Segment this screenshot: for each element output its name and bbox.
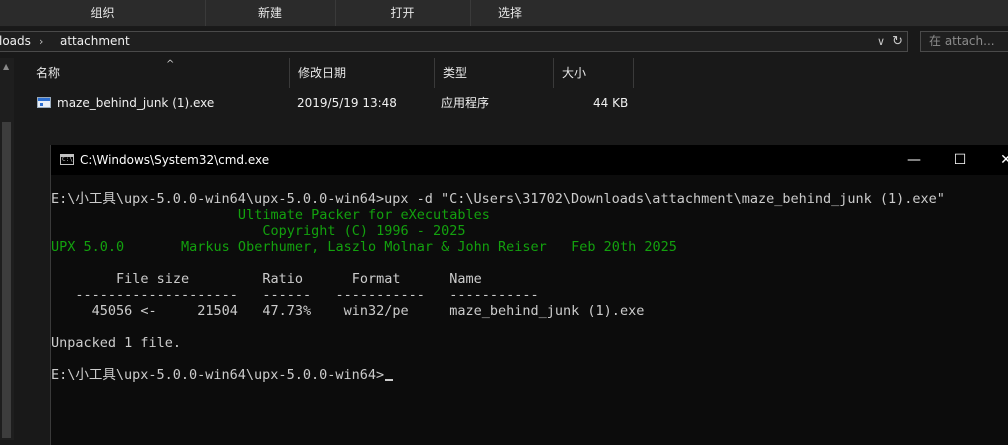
scroll-up-icon[interactable]: ▲	[3, 62, 9, 71]
console-command-line: E:\小工具\upx-5.0.0-win64\upx-5.0.0-win64>u…	[51, 191, 945, 207]
console-table-row: 45056 <- 21504 47.73% win32/pe maze_behi…	[51, 303, 645, 319]
console-prompt-line[interactable]: E:\小工具\upx-5.0.0-win64\upx-5.0.0-win64>	[51, 367, 394, 383]
cmd-title-bar[interactable]: C:\ C:\Windows\System32\cmd.exe — ☐ ✕	[51, 145, 1008, 175]
refresh-icon[interactable]: ↻	[892, 32, 903, 51]
console-result-line: Unpacked 1 file.	[51, 335, 182, 351]
console-banner-line: Copyright (C) 1996 - 2025	[51, 223, 466, 239]
cmd-window: C:\ C:\Windows\System32\cmd.exe — ☐ ✕ E:…	[50, 145, 1008, 445]
close-button[interactable]: ✕	[983, 145, 1008, 175]
address-bar[interactable]: loads › attachment ∨ ↻	[0, 31, 908, 52]
cmd-icon[interactable]: C:\	[60, 154, 74, 165]
scrollbar-thumb[interactable]	[2, 122, 11, 438]
column-header-modified[interactable]: 修改日期	[290, 58, 435, 88]
breadcrumb-chevron-icon[interactable]: ›	[39, 32, 43, 51]
breadcrumb-attachment[interactable]: attachment	[60, 32, 130, 51]
exe-file-icon	[37, 97, 51, 108]
file-list-header: 名称 ^ 修改日期 类型 大小	[16, 58, 1008, 88]
ribbon-organize-button[interactable]: 组织	[0, 0, 206, 26]
console-table-rule: -------------------- ------ ----------- …	[51, 287, 539, 303]
navigation-pane-scrollbar[interactable]: ▲	[0, 58, 14, 440]
cmd-title: C:\Windows\System32\cmd.exe	[80, 153, 270, 167]
ribbon-new-button[interactable]: 新建	[205, 0, 336, 26]
breadcrumb-downloads[interactable]: loads	[0, 32, 31, 51]
console-banner-line: UPX 5.0.0 Markus Oberhumer, Laszlo Molna…	[51, 239, 677, 255]
file-modified: 2019/5/19 13:48	[297, 96, 397, 110]
address-dropdown-icon[interactable]: ∨	[877, 32, 885, 51]
ribbon-select-button[interactable]: 选择	[470, 0, 550, 26]
column-header-name[interactable]: 名称 ^	[28, 58, 290, 88]
console-prompt: E:\小工具\upx-5.0.0-win64\upx-5.0.0-win64>	[51, 367, 385, 383]
text-cursor	[385, 379, 394, 381]
maximize-button[interactable]: ☐	[937, 145, 983, 175]
file-name[interactable]: maze_behind_junk (1).exe	[57, 92, 214, 114]
console-output[interactable]: E:\小工具\upx-5.0.0-win64\upx-5.0.0-win64>u…	[51, 191, 1008, 383]
address-row: loads › attachment ∨ ↻ 在 attach...	[0, 28, 1008, 55]
column-header-size[interactable]: 大小	[554, 58, 634, 88]
column-header-type[interactable]: 类型	[435, 58, 554, 88]
ribbon-open-button[interactable]: 打开	[335, 0, 471, 26]
file-size: 44 KB	[593, 96, 629, 110]
sort-ascending-icon: ^	[166, 59, 175, 70]
file-type: 应用程序	[441, 96, 490, 110]
console-table-header: File size Ratio Format Name	[51, 271, 482, 287]
console-banner-line: Ultimate Packer for eXecutables	[51, 207, 490, 223]
search-input[interactable]: 在 attach...	[920, 31, 1008, 52]
minimize-button[interactable]: —	[891, 145, 937, 175]
file-row[interactable]: maze_behind_junk (1).exe 2019/5/19 13:48…	[16, 92, 776, 114]
explorer-ribbon: 组织 新建 打开 选择	[0, 0, 1008, 27]
